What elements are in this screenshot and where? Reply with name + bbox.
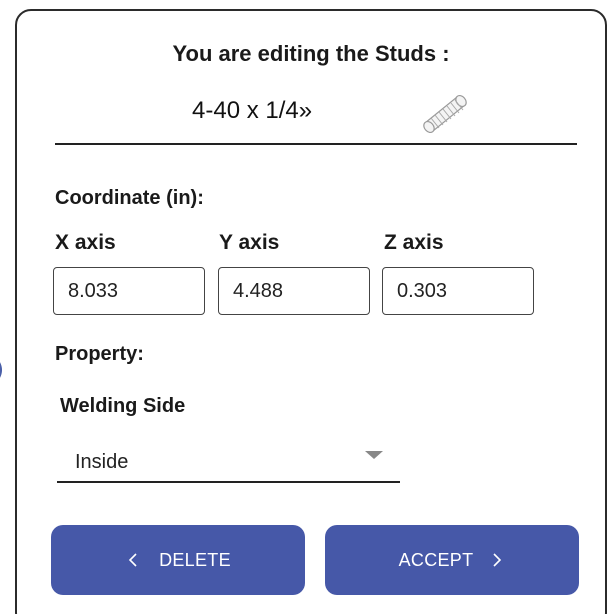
part-info: 4-40 x 1/4» <box>17 87 605 137</box>
y-axis-input[interactable] <box>218 267 370 315</box>
delete-button[interactable]: DELETE <box>51 525 305 595</box>
coordinate-heading: Coordinate (in): <box>55 187 204 209</box>
y-axis-label: Y axis <box>219 231 280 254</box>
x-axis-label: X axis <box>55 231 116 254</box>
delete-button-label: DELETE <box>159 549 231 570</box>
editor-title: You are editing the Studs : <box>172 41 450 66</box>
z-axis-label: Z axis <box>384 231 444 254</box>
welding-side-value: Inside <box>75 451 129 473</box>
welding-side-select[interactable]: Inside <box>57 439 400 483</box>
accept-button-label: ACCEPT <box>398 549 474 570</box>
accept-button[interactable]: ACCEPT <box>325 525 579 595</box>
welding-side-label: Welding Side <box>60 395 186 417</box>
chevron-left-icon <box>128 553 137 567</box>
x-axis-input[interactable] <box>53 267 205 315</box>
stud-editor-panel: You are editing the Studs : 4-40 x 1/4» <box>15 9 607 614</box>
partial-edge-icon <box>0 362 2 378</box>
z-axis-input[interactable] <box>382 267 534 315</box>
page: You are editing the Studs : 4-40 x 1/4» <box>0 0 612 614</box>
chevron-right-icon <box>493 553 502 567</box>
dropdown-arrow-icon <box>365 451 383 459</box>
property-heading: Property: <box>55 343 144 365</box>
header-divider <box>55 143 577 145</box>
stud-icon <box>423 94 467 133</box>
part-name: 4-40 x 1/4» <box>192 97 313 124</box>
